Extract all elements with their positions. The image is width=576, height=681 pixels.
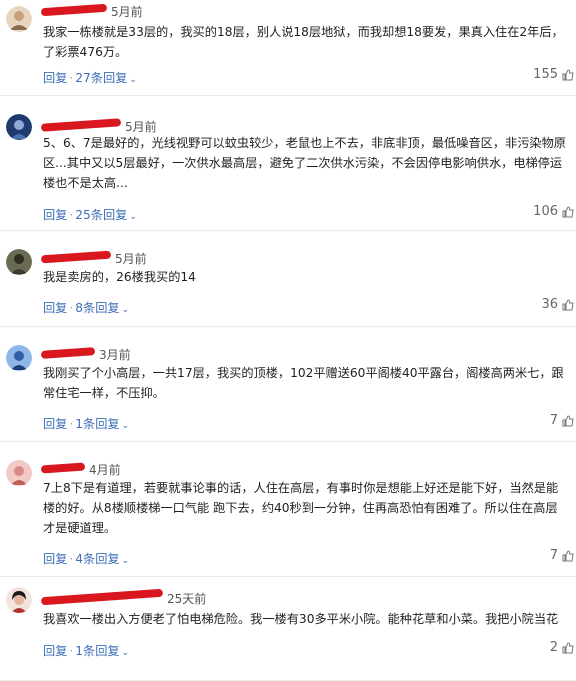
comment-item: 5月前 我是卖房的，26楼我买的14 回复 · 8条回复 ⌄ 36 <box>0 231 576 327</box>
comment-time: 5月前 <box>115 252 147 266</box>
comment-meta: 5月前 <box>40 249 147 267</box>
reply-button[interactable]: 回复 <box>43 417 67 431</box>
thumbs-up-icon[interactable] <box>562 299 574 311</box>
username[interactable] <box>40 460 86 474</box>
thumbs-up-icon[interactable] <box>562 550 574 562</box>
comment-text: 5、6、7是最好的，光线视野可以蚊虫较少，老鼠也上不去，非底非顶，最低噪音区，非… <box>43 136 566 190</box>
like-count: 36 <box>541 297 558 312</box>
reply-button[interactable]: 回复 <box>43 208 67 222</box>
redaction-mark <box>40 250 112 264</box>
replies-count-link[interactable]: 1条回复 <box>75 644 119 658</box>
replies-count-link[interactable]: 25条回复 <box>75 208 127 222</box>
thumbs-up-icon[interactable] <box>562 206 574 218</box>
comment-meta: 3月前 <box>40 345 131 363</box>
replies-count-link[interactable]: 4条回复 <box>75 552 119 566</box>
avatar[interactable] <box>6 114 32 140</box>
separator: · <box>69 208 74 222</box>
reply-button[interactable]: 回复 <box>43 71 67 85</box>
comment-item: 3月前 我刚买了个小高层，一共17层，我买的顶楼，102平赠送60平阁楼40平露… <box>0 327 576 442</box>
username[interactable] <box>40 345 96 359</box>
redaction-mark <box>40 118 122 132</box>
avatar[interactable] <box>6 460 32 486</box>
reply-button[interactable]: 回复 <box>43 552 67 566</box>
comment-actions: 回复 · 27条回复 ⌄ <box>43 68 137 86</box>
separator: · <box>69 417 74 431</box>
chevron-down-icon: ⌄ <box>121 648 130 658</box>
username[interactable] <box>40 117 122 132</box>
comment-actions: 回复 · 25条回复 ⌄ <box>43 205 137 223</box>
comment-meta: 4月前 <box>40 460 121 478</box>
comment-item: 5月前 我家一栋楼就是33层的，我买的18层，别人说18层地狱，而我却想18要发… <box>0 0 576 96</box>
comment-actions: 回复 · 8条回复 ⌄ <box>43 298 129 316</box>
comment-actions: 回复 · 4条回复 ⌄ <box>43 549 129 567</box>
comment-time: 3月前 <box>99 348 131 362</box>
replies-count-link[interactable]: 1条回复 <box>75 417 119 431</box>
replies-count-link[interactable]: 8条回复 <box>75 301 119 315</box>
avatar[interactable] <box>6 587 32 613</box>
comment-actions: 回复 · 1条回复 ⌄ <box>43 414 129 432</box>
like-count: 2 <box>549 640 558 655</box>
thumbs-up-icon[interactable] <box>562 69 574 81</box>
separator: · <box>69 71 74 85</box>
comment-time: 25天前 <box>167 592 207 606</box>
username[interactable] <box>40 2 108 17</box>
like-count: 106 <box>533 204 558 219</box>
comment-text: 我是卖房的，26楼我买的14 <box>43 270 196 284</box>
comment-text: 我家一栋楼就是33层的，我买的18层，别人说18层地狱，而我却想18要发，果真入… <box>43 25 564 59</box>
thumbs-up-icon[interactable] <box>562 415 574 427</box>
thumbs-up-icon[interactable] <box>562 642 574 654</box>
comment-text: 我喜欢一楼出入方便老了怕电梯危险。我一楼有30多平米小院。能种花草和小菜。我把小… <box>43 612 559 626</box>
avatar[interactable] <box>6 6 32 32</box>
redaction-mark <box>40 588 164 606</box>
reply-button[interactable]: 回复 <box>43 301 67 315</box>
comment-time: 4月前 <box>89 463 121 477</box>
redaction-mark <box>40 462 86 474</box>
comment-meta: 25天前 <box>40 588 207 607</box>
chevron-down-icon: ⌄ <box>129 212 137 222</box>
chevron-down-icon: ⌄ <box>121 421 130 431</box>
comment-item: 25天前 我喜欢一楼出入方便老了怕电梯危险。我一楼有30多平米小院。能种花草和小… <box>0 577 576 681</box>
comment-text: 7上8下是有道理，若要就事论事的话，人住在高层，有事时你是想能上好还是能下好，当… <box>43 481 559 535</box>
avatar[interactable] <box>6 249 32 275</box>
reply-button[interactable]: 回复 <box>43 644 67 658</box>
separator: · <box>69 301 74 315</box>
comment-item: 5月前 5、6、7是最好的，光线视野可以蚊虫较少，老鼠也上不去，非底非顶，最低噪… <box>0 96 576 231</box>
replies-count-link[interactable]: 27条回复 <box>75 71 127 85</box>
redaction-mark <box>40 3 108 17</box>
chevron-down-icon: ⌄ <box>121 305 130 315</box>
username[interactable] <box>40 249 112 264</box>
avatar[interactable] <box>6 345 32 371</box>
username[interactable] <box>40 588 164 606</box>
comment-meta: 5月前 <box>40 2 143 20</box>
comment-time: 5月前 <box>111 5 143 19</box>
comment-item: 4月前 7上8下是有道理，若要就事论事的话，人住在高层，有事时你是想能上好还是能… <box>0 442 576 577</box>
like-count: 155 <box>533 67 558 82</box>
like-count: 7 <box>549 413 558 428</box>
like-count: 7 <box>549 548 558 563</box>
separator: · <box>69 552 74 566</box>
comment-time: 5月前 <box>125 120 157 134</box>
comment-actions: 回复 · 1条回复 ⌄ <box>43 641 129 659</box>
separator: · <box>69 644 74 658</box>
redaction-mark <box>40 347 96 359</box>
comment-text: 我刚买了个小高层，一共17层，我买的顶楼，102平赠送60平阁楼40平露台，阁楼… <box>43 366 564 400</box>
chevron-down-icon: ⌄ <box>129 75 137 85</box>
chevron-down-icon: ⌄ <box>121 556 130 566</box>
